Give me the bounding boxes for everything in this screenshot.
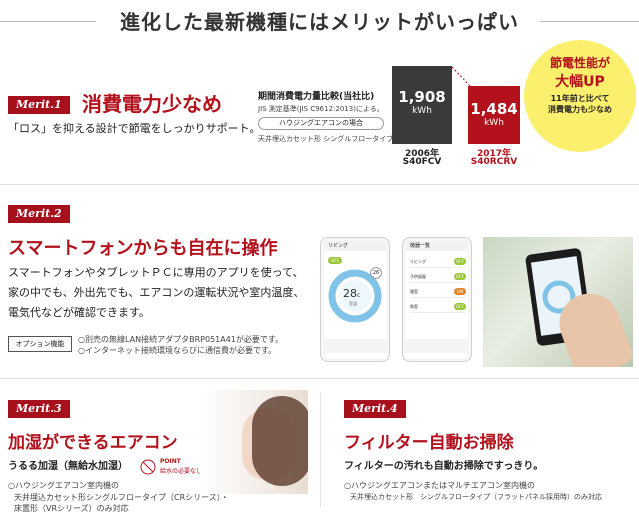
photo-hair	[252, 396, 308, 486]
merit1-badge: Merit.1	[8, 96, 70, 114]
merit4-note2: 天井埋込カセット形 シングルフロータイプ（フラットパネル採用時）のみ対応	[350, 493, 602, 501]
phone2-footer	[406, 339, 468, 353]
phone1-header-bar: リビング	[324, 241, 386, 251]
performance-line3: 11年前と比べて	[550, 94, 610, 103]
merit4-title: フィルター自動お掃除	[344, 433, 514, 453]
phone2-room-row: リビング OFF	[410, 256, 466, 268]
merit3-title: 加湿ができるエアコン	[8, 433, 178, 453]
case-label-box: ハウジングエアコンの場合	[258, 117, 384, 130]
bar-2006-model: S40FCV	[402, 157, 442, 167]
woman-photo	[200, 390, 308, 494]
point-text: 給水の必要なし	[160, 468, 203, 475]
bar-2017: 1,484 kWh	[468, 86, 520, 144]
case-type: 天井埋込カセット形 シングルフロータイプ	[258, 135, 394, 143]
phone2-room-row: 寝室 ON	[410, 286, 466, 298]
hand-phone-photo	[483, 237, 633, 367]
phone1-temp-unit: c	[357, 292, 361, 299]
merit1-title: 消費電力少なめ	[82, 92, 222, 116]
merit2-note2: ○インターネット接続環境ならびに通信費が必要です。	[78, 346, 277, 355]
merit2-badge: Merit.2	[8, 205, 70, 223]
phone2-room-status: ON	[454, 288, 466, 295]
phone2-room-status: OFF	[454, 273, 466, 280]
merit3-note2: 天井埋込カセット形シングルフロータイプ（CRシリーズ）・	[14, 493, 229, 502]
merit4-note1: ○ハウジングエアコンまたはマルチエアコン室内機の	[344, 481, 535, 490]
bar-2017-model: S40RCRV	[470, 157, 518, 167]
merit2-body-line3: 電気代などが確認できます。	[8, 306, 150, 319]
merit4-badge: Merit.4	[344, 400, 406, 418]
merit3-badge: Merit.3	[8, 400, 70, 418]
performance-line1: 節電性能が	[549, 56, 610, 70]
divider-1	[0, 184, 639, 185]
phone2-room-name: 子供部屋	[410, 274, 426, 279]
phone2-room-status: OFF	[454, 303, 466, 310]
merit2-title: スマートフォンからも自在に操作	[8, 238, 278, 259]
bar-2006-value: 1,908	[398, 88, 446, 106]
merit1-subtitle: 「ロス」を抑える設計で節電をしっかりサポート。	[8, 122, 261, 135]
divider-2	[0, 378, 639, 379]
bar-2017-unit: kWh	[484, 118, 504, 128]
bar-2006-unit: kWh	[412, 106, 432, 116]
phone2-room-name: リビング	[410, 259, 426, 264]
phone1-header: リビング	[328, 243, 349, 249]
comparison-title: 期間消費電力量比較(当社比)	[258, 92, 375, 102]
phone1-temp-value: 28	[343, 287, 357, 300]
phone2-header: 機器一覧	[410, 243, 431, 249]
phone-screenshot-living: リビング OFF 28c 室温 26	[320, 237, 390, 362]
bar-2006: 1,908 kWh	[392, 66, 452, 144]
comparison-note: JIS 測定基準(JIS C9612:2013)による。	[258, 105, 384, 113]
merit3-subtitle: うるる加湿（無給水加湿）	[8, 461, 128, 472]
bar-2017-value: 1,484	[470, 100, 518, 118]
case-label: ハウジングエアコンの場合	[279, 119, 363, 127]
merit3-note3: 床置形（VRシリーズ）のみ対応	[14, 504, 129, 513]
merit2-body-line2: 家の中でも、外出先でも、エアコンの運転状況や室内温度、	[8, 286, 305, 299]
page-title: 進化した最新機種にはメリットがいっぱい	[120, 10, 519, 34]
bar-connector	[452, 66, 471, 87]
merit-divider-vertical	[320, 392, 321, 507]
phone1-temp-label: 室温	[349, 301, 357, 306]
merit2-body-line1: スマートフォンやタブレットＰＣに専用のアプリを使って、	[8, 266, 304, 279]
performance-badge: 節電性能が 大幅UP 11年前と比べて 消費電力も少なめ	[524, 40, 636, 152]
point-label: POINT	[160, 458, 181, 465]
phone1-set-temp: 26	[370, 267, 382, 279]
merit4-subtitle: フィルターの汚れも自動お掃除ですっきり。	[344, 461, 544, 472]
merit3-note1: ○ハウジングエアコン室内機の	[8, 481, 119, 490]
merit2-note1: ○別売の無線LAN接続アダプタBRP051A41が必要です。	[78, 335, 284, 344]
phone2-room-row: 和室 OFF	[410, 301, 466, 313]
phone1-temp: 28c	[343, 287, 360, 300]
phone2-room-row: 子供部屋 OFF	[410, 271, 466, 283]
phone2-room-name: 和室	[410, 304, 418, 309]
phone1-off-pill: OFF	[328, 257, 342, 264]
phone2-room-name: 寝室	[410, 289, 418, 294]
option-label: オプション機能	[8, 336, 72, 352]
phone2-header-bar: 機器一覧	[406, 241, 468, 251]
phone1-footer	[324, 339, 386, 353]
performance-line4: 消費電力も少なめ	[548, 105, 612, 114]
phone2-room-status: OFF	[454, 258, 466, 265]
no-water-icon	[140, 459, 156, 475]
performance-line2: 大幅UP	[555, 74, 605, 90]
phone-screenshot-device-list: 機器一覧 リビング OFF 子供部屋 OFF 寝室 ON 和室 OFF	[402, 237, 472, 362]
